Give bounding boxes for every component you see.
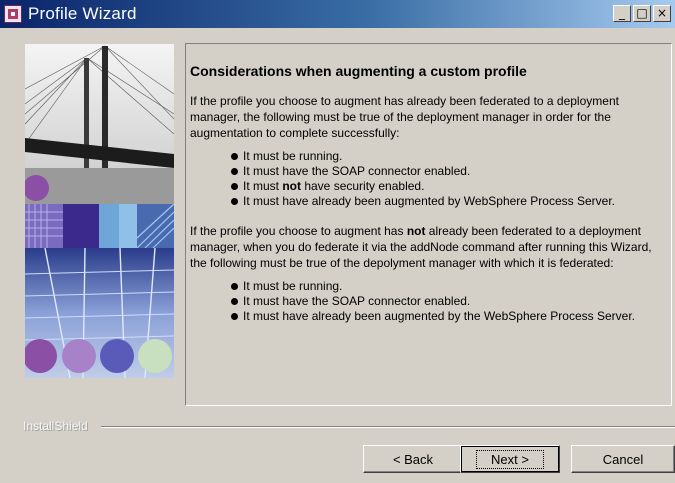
- list-item-text-start: It must: [243, 179, 283, 193]
- emphasis-not: not: [406, 224, 426, 238]
- cancel-button[interactable]: Cancel: [571, 445, 675, 473]
- separator-line: [101, 426, 675, 428]
- second-paragraph-start: If the profile you choose to augment has: [190, 224, 407, 238]
- second-paragraph: If the profile you choose to augment has…: [190, 223, 667, 271]
- installshield-label: InstallShield: [23, 419, 88, 433]
- list-item: It must be running.: [231, 279, 667, 294]
- content-panel: Considerations when augmenting a custom …: [185, 43, 672, 406]
- list-item: It must be running.: [231, 149, 667, 164]
- list-item: It must not have security enabled.: [231, 179, 667, 194]
- emphasis-not: not: [282, 179, 301, 193]
- intro-paragraph: If the profile you choose to augment has…: [190, 94, 619, 140]
- next-button-label: Next >: [476, 449, 544, 469]
- page-heading: Considerations when augmenting a custom …: [190, 63, 527, 79]
- next-button[interactable]: Next >: [460, 445, 560, 473]
- list-item: It must have the SOAP connector enabled.: [231, 294, 667, 309]
- list-item: It must have already been augmented by t…: [231, 309, 667, 324]
- list-item: It must have already been augmented by W…: [231, 194, 667, 209]
- federated-requirements-list: It must be running. It must have the SOA…: [190, 149, 667, 209]
- bridge-collage-image: [25, 44, 174, 378]
- window-controls: _ □ ×: [613, 5, 671, 22]
- maximize-button[interactable]: □: [633, 5, 651, 22]
- app-icon: [4, 5, 22, 23]
- title-bar: Profile Wizard _ □ ×: [0, 0, 675, 28]
- minimize-button[interactable]: _: [613, 5, 631, 22]
- unfederated-requirements-list: It must be running. It must have the SOA…: [190, 279, 667, 324]
- back-button[interactable]: < Back: [363, 445, 463, 473]
- wizard-side-image: [25, 44, 174, 378]
- installshield-separator: InstallShield: [23, 419, 675, 433]
- window-title: Profile Wizard: [28, 4, 137, 23]
- list-item: It must have the SOAP connector enabled.: [231, 164, 667, 179]
- close-button[interactable]: ×: [653, 5, 671, 22]
- list-item-text-end: have security enabled.: [301, 179, 425, 193]
